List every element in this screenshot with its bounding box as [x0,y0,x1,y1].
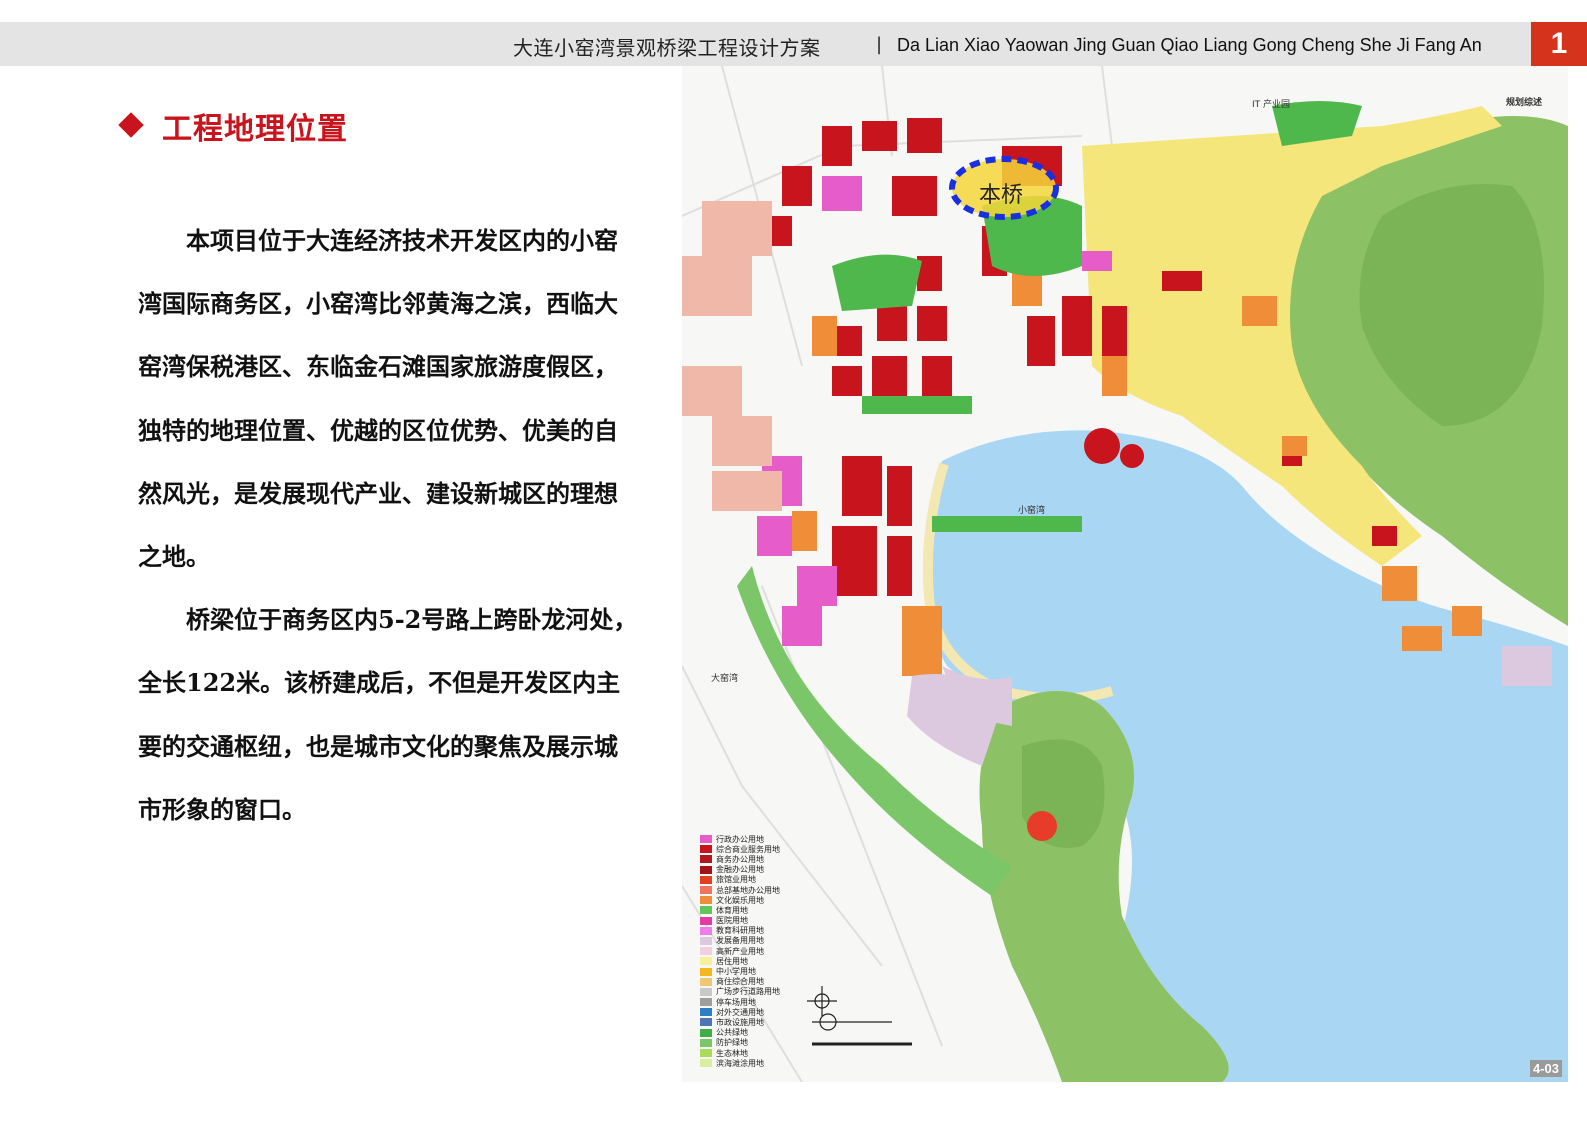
legend-item: 医院用地 [700,916,780,926]
legend-label: 总部基地办公用地 [716,885,780,895]
legend-swatch [700,998,712,1007]
legend-swatch [700,1038,712,1047]
legend-label: 防护绿地 [716,1038,748,1048]
legend-item: 居住用地 [700,956,780,966]
legend-label: 市政设施用地 [716,1017,764,1027]
legend-label: 综合商业服务用地 [716,844,780,854]
legend-label: 居住用地 [716,956,748,966]
legend-swatch [700,896,712,905]
bay-label: 小窑湾 [1018,506,1046,516]
map-legend: 行政办公用地 综合商业服务用地 商务办公用地 金融办公用地 旅馆业用地 总部基地办公用地文… [700,834,780,1068]
page-number: 1 [1531,22,1587,66]
legend-label: 教育科研用地 [716,926,764,936]
legend-swatch [700,835,712,844]
body-paragraph-1: 本项目位于大连经济技术开发区内的小窑湾国际商务区，小窑湾比邻黄海之滨，西临大窑湾… [138,226,618,572]
land-use-map [682,66,1568,1082]
legend-swatch [700,845,712,854]
legend-item: 生态林地 [700,1048,780,1058]
legend-swatch [700,1008,712,1017]
legend-item: 滨海滩涂用地 [700,1058,780,1068]
legend-label: 对外交通用地 [716,1007,764,1017]
legend-label: 高新产业用地 [716,946,764,956]
legend-item: 旅馆业用地 [700,875,780,885]
legend-label: 旅馆业用地 [716,875,756,885]
legend-swatch [700,1028,712,1037]
bridge-label: 本桥 [979,183,1024,208]
legend-swatch [700,1018,712,1027]
header-bar: 大连小窑湾景观桥梁工程设计方案 | Da Lian Xiao Yaowan Ji… [0,22,1587,66]
legend-item: 高新产业用地 [700,946,780,956]
legend-swatch [700,1049,712,1058]
legend-item: 中小学用地 [700,966,780,976]
legend-swatch [700,865,712,874]
legend-swatch [700,916,712,925]
legend-label: 体育用地 [716,905,748,915]
legend-item: 金融办公用地 [700,865,780,875]
legend-swatch [700,987,712,996]
legend-swatch [700,957,712,966]
header-title-en: Da Lian Xiao Yaowan Jing Guan Qiao Liang… [897,35,1482,55]
legend-label: 金融办公用地 [716,865,764,875]
it-park-label: IT 产业园 [1252,100,1291,110]
legend-label: 商住综合用地 [716,977,764,987]
plan-label: 规划综述 [1506,98,1543,108]
legend-swatch [700,926,712,935]
legend-swatch [700,855,712,864]
legend-item: 公共绿地 [700,1028,780,1038]
legend-item: 综合商业服务用地 [700,844,780,854]
legend-label: 生态林地 [716,1048,748,1058]
header-separator: | [876,34,883,55]
body-paragraph-2: 桥梁位于商务区内5-2号路上跨卧龙河处，全长122米。该桥建成后，不但是开发区内… [138,605,638,824]
header-title-cn: 大连小窑湾景观桥梁工程设计方案 [513,36,821,60]
legend-item: 停车场用地 [700,997,780,1007]
legend-item: 广场步行道路用地 [700,987,780,997]
legend-swatch [700,967,712,976]
legend-item: 文化娱乐用地 [700,895,780,905]
legend-label: 滨海滩涂用地 [716,1058,764,1068]
legend-item: 对外交通用地 [700,1007,780,1017]
legend-item: 体育用地 [700,905,780,915]
legend-label: 广场步行道路用地 [716,987,780,997]
legend-swatch [700,886,712,895]
legend-label: 商务办公用地 [716,854,764,864]
legend-swatch [700,977,712,986]
legend-label: 行政办公用地 [716,834,764,844]
legend-label: 停车场用地 [716,997,756,1007]
legend-label: 中小学用地 [716,967,756,977]
legend-label: 发展备用用地 [716,936,764,946]
section-title: 工程地理位置 [162,112,348,147]
legend-swatch [700,906,712,915]
legend-item: 商务办公用地 [700,854,780,864]
legend-item: 教育科研用地 [700,926,780,936]
legend-label: 公共绿地 [716,1028,748,1038]
legend-label: 文化娱乐用地 [716,895,764,905]
diamond-bullet-icon [118,112,144,138]
legend-item: 防护绿地 [700,1038,780,1048]
legend-swatch [700,947,712,956]
west-bay-label: 大窑湾 [711,674,739,684]
legend-item: 总部基地办公用地 [700,885,780,895]
legend-label: 医院用地 [716,916,748,926]
map-code: 4-03 [1530,1060,1563,1077]
legend-swatch [700,936,712,945]
legend-swatch [700,875,712,884]
legend-item: 市政设施用地 [700,1017,780,1027]
legend-swatch [700,1059,712,1068]
legend-item: 发展备用用地 [700,936,780,946]
legend-item: 行政办公用地 [700,834,780,844]
legend-item: 商住综合用地 [700,977,780,987]
body-text: 本项目位于大连经济技术开发区内的小窑湾国际商务区，小窑湾比邻黄海之滨，西临大窑湾… [138,209,638,841]
